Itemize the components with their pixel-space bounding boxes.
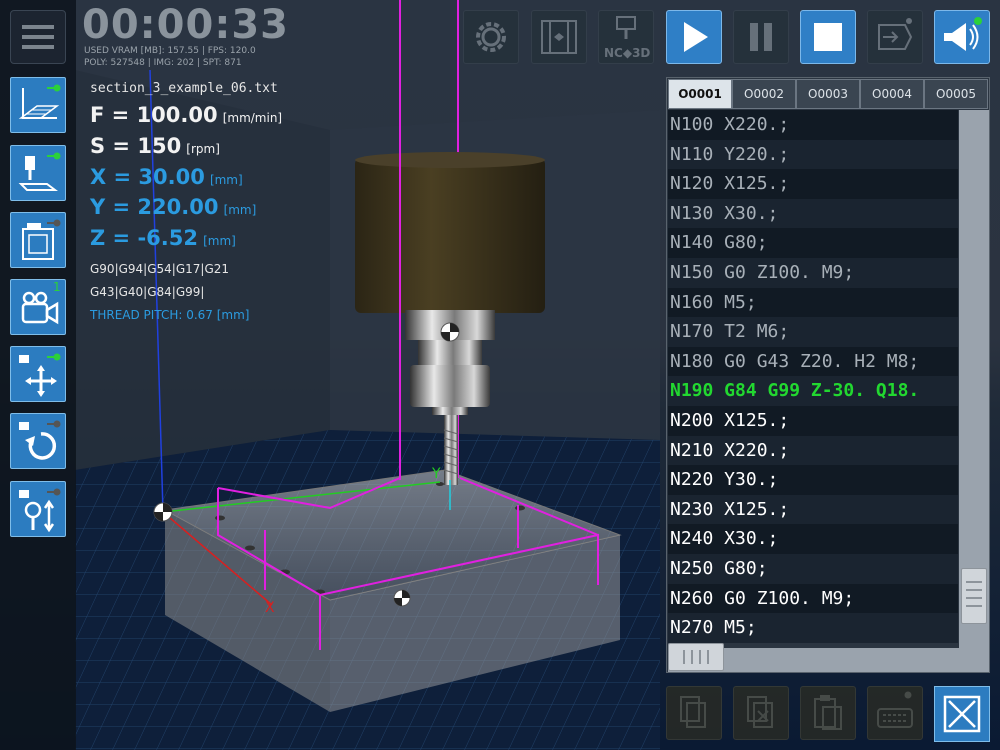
- close-icon: [943, 695, 981, 733]
- elapsed-timer: 00:00:33: [82, 2, 289, 48]
- sound-button[interactable]: [934, 10, 990, 64]
- vertical-scroll-thumb[interactable]: [961, 568, 987, 624]
- modal-codes-line-1: G90|G94|G54|G17|G21: [90, 262, 230, 276]
- stop-button[interactable]: [800, 10, 856, 64]
- export-button[interactable]: [867, 10, 923, 64]
- code-line[interactable]: N220 Y30.;: [668, 465, 958, 495]
- play-button[interactable]: [666, 10, 722, 64]
- nc-3d-button[interactable]: NC◆3D: [598, 10, 654, 64]
- close-editor-button[interactable]: [934, 686, 990, 742]
- cut-icon: [747, 696, 773, 728]
- code-line[interactable]: N260 G0 Z100. M9;: [668, 583, 958, 614]
- x-readout: X = 30.00 [mm]: [90, 165, 243, 189]
- z-readout: Z = -6.52 [mm]: [90, 226, 236, 250]
- current-code-line[interactable]: N190 G84 G99 Z-30. Q18.: [668, 376, 958, 406]
- pan-arrows-icon: [19, 353, 61, 397]
- feed-value: F = 100.00: [90, 103, 218, 127]
- zoom-button[interactable]: [10, 481, 66, 537]
- code-line[interactable]: N100 X220.;: [668, 110, 958, 140]
- stats-line-1: USED VRAM [MB]: 157.55 | FPS: 120.0: [84, 46, 256, 56]
- x-unit: [mm]: [209, 173, 243, 187]
- rotate-icon: [19, 420, 61, 460]
- file-name: section_3_example_06.txt: [90, 81, 278, 96]
- code-line[interactable]: N180 G0 G43 Z20. H2 M8;: [668, 346, 958, 377]
- megaphone-icon: [944, 17, 982, 51]
- tool-path-icon: [18, 152, 61, 191]
- code-line[interactable]: N110 Y220.;: [668, 139, 958, 170]
- tab-o0002[interactable]: O0002: [732, 79, 796, 109]
- x-axis-label: X: [265, 600, 275, 616]
- play-icon: [684, 22, 708, 52]
- thread-pitch: THREAD PITCH: 0.67 [mm]: [90, 308, 250, 322]
- nc-3d-icon: NC◆3D: [604, 16, 650, 60]
- stop-icon: [814, 23, 842, 51]
- code-line[interactable]: N130 X30.;: [668, 198, 958, 229]
- paste-button[interactable]: [800, 686, 856, 740]
- code-line[interactable]: N160 M5;: [668, 287, 958, 318]
- modal-codes-line-2: G43|G40|G84|G99|: [90, 285, 205, 299]
- rotate-button[interactable]: [10, 413, 66, 469]
- machine-button[interactable]: [10, 212, 66, 268]
- code-line[interactable]: N150 G0 Z100. M9;: [668, 257, 958, 288]
- z-unit: [mm]: [203, 234, 236, 248]
- pause-icon: [750, 23, 772, 51]
- keyboard-icon: [877, 691, 913, 728]
- hamburger-menu-icon: [22, 25, 54, 49]
- settings-button[interactable]: [463, 10, 519, 64]
- export-icon: [878, 18, 913, 50]
- code-line[interactable]: N200 X125.;: [668, 405, 958, 436]
- machine-view-icon: [541, 20, 577, 54]
- tool-view-button[interactable]: [10, 145, 66, 201]
- speed-value: S = 150: [90, 134, 182, 158]
- camera-button[interactable]: 1: [10, 279, 66, 335]
- tab-o0001[interactable]: O0001: [668, 79, 732, 109]
- gear-icon: [476, 22, 506, 52]
- pause-button[interactable]: [733, 10, 789, 64]
- y-readout: Y = 220.00 [mm]: [90, 195, 256, 219]
- code-line[interactable]: N240 X30.;: [668, 524, 958, 554]
- stats-line-2: POLY: 527548 | IMG: 202 | SPT: 871: [84, 58, 242, 68]
- toolpath-grid-icon: [18, 84, 61, 119]
- code-line[interactable]: N230 X125.;: [668, 494, 958, 525]
- tab-o0005[interactable]: O0005: [924, 79, 988, 109]
- feed-readout: F = 100.00 [mm/min]: [90, 103, 282, 127]
- code-line[interactable]: N210 X220.;: [668, 435, 958, 466]
- speed-readout: S = 150 [rpm]: [90, 134, 220, 158]
- copy-button[interactable]: [666, 686, 722, 740]
- y-axis-label: Y: [431, 466, 441, 482]
- machine-view-button[interactable]: [531, 10, 587, 64]
- code-line[interactable]: N120 X125.;: [668, 169, 958, 199]
- code-line[interactable]: N170 T2 M6;: [668, 317, 958, 347]
- code-line[interactable]: N270 M5;: [668, 613, 958, 643]
- copy-icon: [680, 696, 706, 728]
- zoom-icon: [19, 488, 61, 532]
- z-value: Z = -6.52: [90, 226, 198, 250]
- tab-o0004[interactable]: O0004: [860, 79, 924, 109]
- machine-icon: [22, 219, 61, 260]
- paste-icon: [814, 695, 842, 730]
- menu-button[interactable]: [10, 10, 66, 64]
- tab-o0003[interactable]: O0003: [796, 79, 860, 109]
- program-tabs: O0001 O0002 O0003 O0004 O0005: [668, 79, 988, 111]
- x-value: X = 30.00: [90, 165, 205, 189]
- nc-code-editor: O0001 O0002 O0003 O0004 O0005 N100 X220.…: [666, 77, 990, 673]
- code-lines[interactable]: N100 X220.; N110 Y220.; N120 X125.; N130…: [668, 110, 958, 648]
- horizontal-scroll-thumb[interactable]: [668, 643, 724, 671]
- pan-button[interactable]: [10, 346, 66, 402]
- code-line[interactable]: N250 G80;: [668, 553, 958, 584]
- y-unit: [mm]: [223, 203, 257, 217]
- speed-unit: [rpm]: [186, 142, 220, 156]
- keyboard-button[interactable]: [867, 686, 923, 740]
- code-line[interactable]: N140 G80;: [668, 228, 958, 258]
- camera-badge: 1: [53, 280, 61, 294]
- toolpath-view-button[interactable]: [10, 77, 66, 133]
- svg-text:NC◆3D: NC◆3D: [604, 46, 650, 60]
- cut-button[interactable]: [733, 686, 789, 740]
- feed-unit: [mm/min]: [222, 111, 283, 125]
- y-value: Y = 220.00: [90, 195, 219, 219]
